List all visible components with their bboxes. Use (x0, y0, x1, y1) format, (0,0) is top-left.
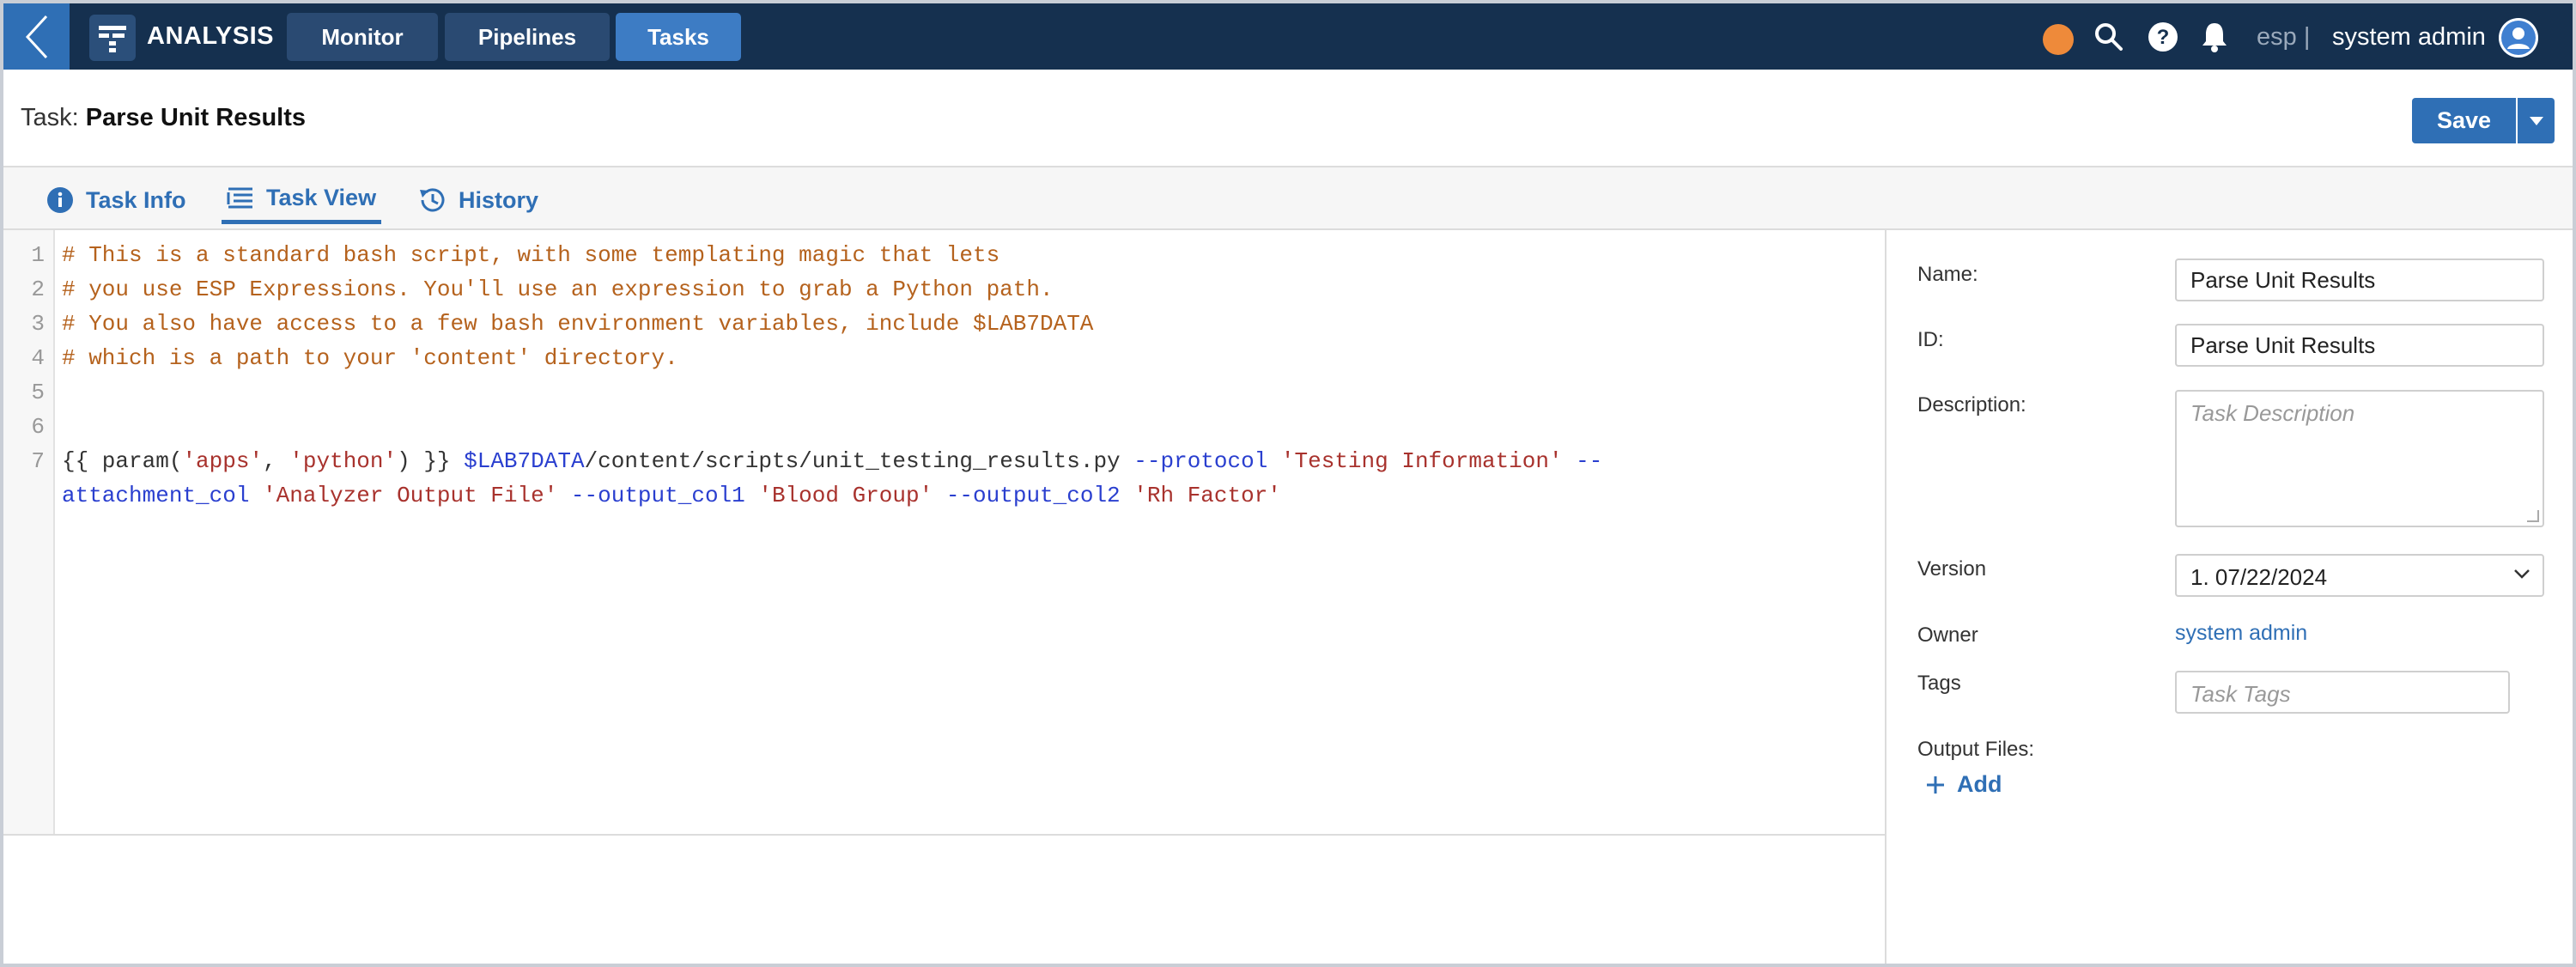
top-nav-bar: ANALYSIS Monitor Pipelines Tasks ? esp |… (3, 3, 2573, 70)
tab-history[interactable]: History (412, 176, 544, 224)
description-field[interactable]: Task Description (2175, 390, 2544, 527)
code-token: {{ param( (62, 448, 183, 474)
app-window: ANALYSIS Monitor Pipelines Tasks ? esp |… (3, 3, 2573, 964)
history-icon (420, 188, 445, 212)
code-token: 'Blood Group' (758, 483, 933, 508)
chevron-left-icon (25, 15, 47, 58)
owner-label: Owner (1917, 623, 1978, 647)
line-number: 4 (31, 345, 45, 371)
plus-icon (1927, 775, 1944, 794)
task-title: Parse Unit Results (85, 104, 307, 131)
code-line-wrapped: attachment_col 'Analyzer Output File' --… (62, 483, 1281, 508)
name-field[interactable] (2175, 258, 2544, 301)
tab-task-info[interactable]: Task Info (41, 176, 191, 224)
code-token: ) }} (397, 448, 465, 474)
chevron-down-icon (2514, 569, 2530, 579)
add-output-file-button[interactable]: Add (1926, 771, 2002, 798)
status-indicator (2043, 24, 2074, 55)
code-line: {{ param('apps', 'python') }} $LAB7DATA/… (62, 448, 1602, 474)
code-token: 'apps' (182, 448, 264, 474)
task-prefix: Task: (21, 104, 79, 131)
code-line: # You also have access to a few bash env… (62, 311, 1094, 337)
version-select[interactable]: 1. 07/22/2024 (2175, 554, 2544, 597)
code-token: --output_col2 (945, 483, 1121, 508)
code-line: # you use ESP Expressions. You'll use an… (62, 277, 1054, 302)
resize-handle[interactable] (2527, 510, 2539, 522)
nav-tab-monitor[interactable]: Monitor (287, 13, 438, 61)
line-number: 7 (31, 448, 45, 474)
search-icon[interactable] (2093, 21, 2125, 53)
tab-label: Task View (266, 185, 377, 210)
svg-text:?: ? (2157, 26, 2170, 49)
task-tabs: Task Info Task View History (3, 167, 2573, 230)
code-token: 'Testing Information' (1280, 448, 1563, 474)
code-token: --protocol (1133, 448, 1268, 474)
description-label: Description: (1917, 393, 2026, 417)
code-token: 'Analyzer Output File' (263, 483, 558, 508)
nav-tab-pipelines[interactable]: Pipelines (445, 13, 610, 61)
line-number: 6 (31, 414, 45, 440)
code-token: 'python' (289, 448, 398, 474)
back-button[interactable] (3, 3, 70, 70)
line-number: 1 (31, 242, 45, 268)
tab-label: Task Info (86, 186, 186, 213)
user-avatar-icon[interactable] (2499, 18, 2538, 58)
code-token: 'Rh Factor' (1133, 483, 1281, 508)
task-properties-panel: Name: ID: Description: Task Description … (1888, 230, 2573, 964)
bell-icon[interactable] (2198, 21, 2231, 53)
line-number: 2 (31, 277, 45, 302)
code-token: attachment_col (62, 483, 250, 508)
version-value: 1. 07/22/2024 (2190, 564, 2328, 590)
info-icon (47, 187, 73, 213)
owner-link[interactable]: system admin (2175, 621, 2307, 646)
code-token: /content/scripts/unit_testing_results.py (584, 448, 1134, 474)
help-icon[interactable]: ? (2147, 21, 2179, 53)
id-label: ID: (1917, 328, 1944, 351)
code-editor[interactable]: 1 2 3 4 5 6 7 # This is a standard bash … (3, 230, 1886, 836)
tags-label: Tags (1917, 672, 1961, 695)
code-token: -- (1562, 448, 1603, 474)
line-number-gutter: 1 2 3 4 5 6 7 (3, 230, 55, 834)
add-label: Add (1957, 771, 2002, 797)
app-logo-icon (89, 15, 136, 61)
user-name[interactable]: system admin (2332, 23, 2486, 52)
tags-field[interactable]: Task Tags (2175, 671, 2510, 714)
line-number: 5 (31, 380, 45, 405)
tab-task-view[interactable]: Task View (222, 176, 382, 224)
name-label: Name: (1917, 263, 1978, 286)
line-number: 3 (31, 311, 45, 337)
save-button[interactable]: Save (2412, 98, 2516, 143)
code-line: # which is a path to your 'content' dire… (62, 345, 678, 371)
tab-label: History (459, 186, 539, 213)
description-placeholder: Task Description (2190, 400, 2355, 426)
list-icon (227, 187, 252, 208)
code-line: # This is a standard bash script, with s… (62, 242, 1000, 268)
page-title: Task: Parse Unit Results (21, 104, 306, 132)
environment-label: esp | (2257, 23, 2311, 51)
app-name: ANALYSIS (147, 22, 274, 50)
caret-down-icon (2529, 116, 2543, 125)
code-token: , (263, 448, 290, 474)
nav-tab-tasks[interactable]: Tasks (616, 13, 741, 61)
code-token: $LAB7DATA (464, 448, 585, 474)
id-field[interactable] (2175, 324, 2544, 367)
save-options-button[interactable] (2516, 98, 2555, 143)
code-token: --output_col1 (570, 483, 745, 508)
editor-footer-area (3, 836, 1886, 964)
task-header: Task: Parse Unit Results Save (3, 70, 2573, 167)
save-button-group: Save (2412, 98, 2555, 143)
tags-placeholder: Task Tags (2190, 681, 2291, 707)
version-label: Version (1917, 557, 1987, 581)
output-files-label: Output Files: (1917, 738, 2035, 761)
